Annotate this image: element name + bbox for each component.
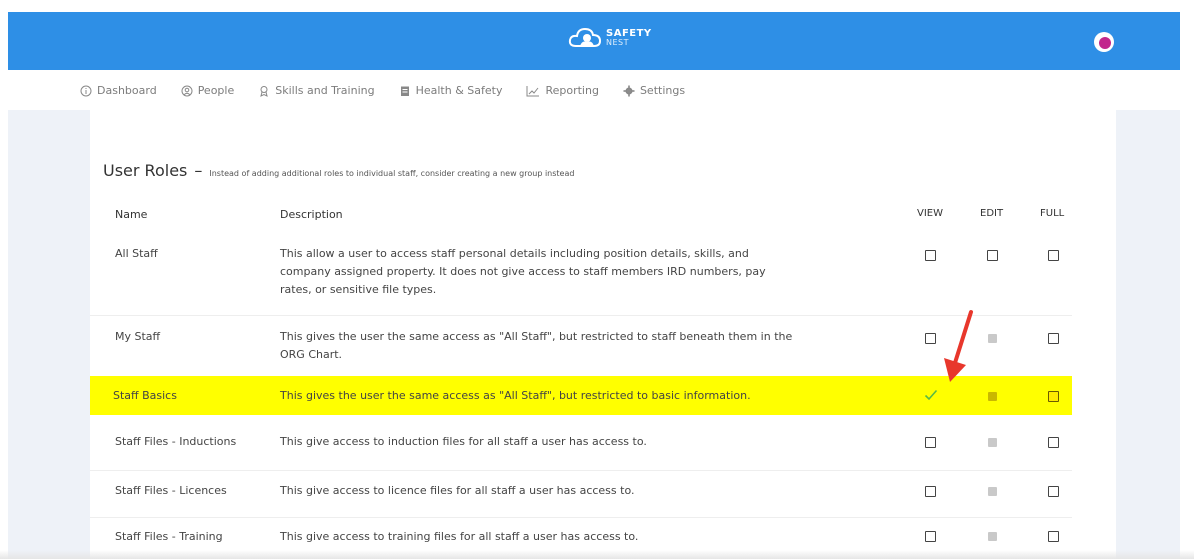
- edit-checkbox-disabled: [988, 392, 997, 401]
- info-circle-icon: [80, 85, 92, 96]
- nav-item-people[interactable]: People: [181, 84, 235, 97]
- view-checkbox[interactable]: [925, 437, 936, 448]
- badge-icon: [260, 85, 268, 97]
- row-description-line: This give access to training files for a…: [280, 530, 639, 543]
- row-description-line: rates, or sensitive file types.: [280, 283, 437, 296]
- row-divider: [90, 470, 1072, 471]
- bottom-shadow: [0, 550, 1194, 559]
- nav-item-dashboard[interactable]: Dashboard: [80, 84, 157, 97]
- edit-checkbox-disabled: [988, 532, 997, 541]
- row-name: My Staff: [115, 330, 161, 343]
- clipboard-icon: [400, 86, 409, 96]
- view-checkbox[interactable]: [925, 333, 936, 344]
- nav-label: People: [197, 84, 235, 97]
- logo-text: SAFETY NEST: [606, 28, 652, 48]
- view-checkbox[interactable]: [925, 531, 936, 542]
- user-avatar[interactable]: [1094, 32, 1114, 52]
- full-checkbox[interactable]: [1048, 486, 1059, 497]
- full-checkbox[interactable]: [1048, 250, 1059, 261]
- row-description-line: ORG Chart.: [280, 348, 343, 361]
- line-chart-icon: [526, 85, 540, 96]
- row-name: Staff Files - Inductions: [115, 435, 237, 448]
- right-panel: [1116, 110, 1180, 559]
- nav-label: Settings: [639, 84, 686, 97]
- main-nav: Dashboard People Skills and Training Hea…: [80, 84, 709, 97]
- left-panel: [8, 110, 90, 559]
- safety-nest-logo[interactable]: SAFETY NEST: [568, 26, 652, 50]
- edit-checkbox[interactable]: [987, 250, 998, 261]
- view-checkbox[interactable]: [925, 486, 936, 497]
- edit-checkbox-disabled: [988, 487, 997, 496]
- nav-item-skills-and-training[interactable]: Skills and Training: [258, 84, 375, 97]
- edit-checkbox-disabled: [988, 438, 997, 447]
- column-header-name: Name: [115, 208, 148, 221]
- row-description-line: company assigned property. It does not g…: [280, 265, 766, 278]
- full-checkbox[interactable]: [1048, 531, 1059, 542]
- row-description-line: This gives the user the same access as "…: [280, 389, 751, 402]
- nav-label: Skills and Training: [275, 84, 375, 97]
- row-name: Staff Files - Licences: [115, 484, 227, 497]
- view-checkbox[interactable]: [925, 250, 936, 261]
- row-description-line: This gives the user the same access as "…: [280, 330, 793, 343]
- red-arrow-annotation: [944, 310, 973, 382]
- full-checkbox[interactable]: [1048, 391, 1059, 402]
- column-header-full: FULL: [1040, 208, 1065, 219]
- person-icon: [181, 85, 193, 96]
- page-title: User Roles: [103, 161, 188, 180]
- row-name: Staff Files - Training: [115, 530, 223, 543]
- page-heading: User Roles – Instead of adding additiona…: [103, 161, 574, 180]
- row-description-line: This give access to licence files for al…: [280, 484, 635, 497]
- nav-label: Reporting: [545, 84, 599, 97]
- row-divider: [90, 315, 1072, 316]
- edit-checkbox-disabled: [988, 334, 997, 343]
- nav-item-settings[interactable]: Settings: [623, 84, 685, 97]
- column-header-description: Description: [280, 208, 343, 221]
- nav-item-reporting[interactable]: Reporting: [526, 84, 599, 97]
- logo-line2: NEST: [606, 38, 630, 47]
- cloud-logo-icon: [568, 27, 602, 47]
- row-name: Staff Basics: [113, 389, 177, 402]
- row-description-line: This allow a user to access staff person…: [280, 247, 749, 260]
- column-header-edit: EDIT: [980, 208, 1004, 219]
- nav-item-health-and-safety[interactable]: Health & Safety: [399, 84, 503, 97]
- nav-label: Dashboard: [97, 84, 157, 97]
- row-name: All Staff: [115, 247, 158, 260]
- page-subtitle: Instead of adding additional roles to in…: [209, 169, 575, 178]
- row-divider: [90, 517, 1072, 518]
- full-checkbox[interactable]: [1048, 333, 1059, 344]
- gear-icon: [623, 85, 635, 96]
- top-bar: SAFETY NEST: [8, 12, 1180, 70]
- full-checkbox[interactable]: [1048, 437, 1059, 448]
- column-header-view: VIEW: [917, 208, 943, 219]
- nav-label: Health & Safety: [415, 84, 503, 97]
- title-dash: –: [194, 161, 203, 180]
- view-checkmark-icon[interactable]: [924, 389, 938, 401]
- logo-line1: SAFETY: [606, 28, 652, 39]
- row-description-line: This give access to induction files for …: [280, 435, 647, 448]
